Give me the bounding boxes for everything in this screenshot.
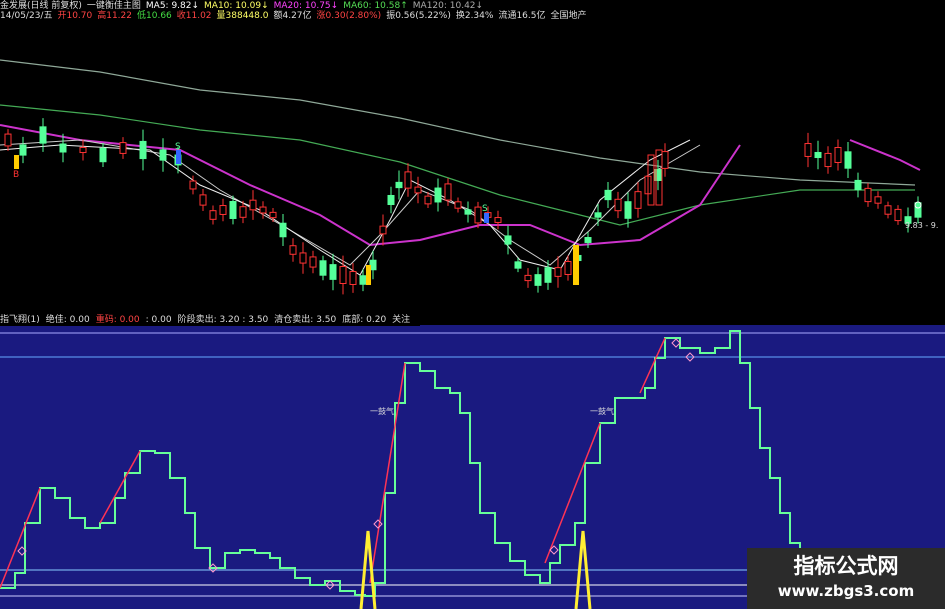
watermark-url: www.zbgs3.com bbox=[777, 582, 915, 600]
candle-body bbox=[379, 225, 387, 235]
oscillator-header-item: 底部: 0.20 bbox=[342, 315, 387, 325]
candle-body bbox=[199, 194, 207, 206]
oscillator-header-item: : 0.00 bbox=[145, 315, 172, 325]
candle-body bbox=[854, 179, 862, 191]
buy-marker: B bbox=[13, 170, 19, 180]
candle-body bbox=[59, 143, 67, 153]
price-label: 9.83 - 9. bbox=[905, 221, 939, 230]
candlestick-chart[interactable]: S S B bbox=[0, 0, 945, 320]
candle-body bbox=[514, 261, 522, 269]
candle-body bbox=[454, 201, 462, 209]
buy-signal-bar bbox=[366, 265, 371, 285]
ma120-line bbox=[0, 59, 916, 186]
candle-body bbox=[564, 261, 572, 275]
oscillator-header: 指飞翔(1) 绝佳: 0.00 重码: 0.00 : 0.00 阶段卖出: 3.20 :… bbox=[0, 314, 421, 326]
candle-body bbox=[99, 147, 107, 163]
ma20-line bbox=[0, 124, 741, 247]
sell-marker: S bbox=[482, 204, 488, 214]
candle-body bbox=[269, 211, 277, 219]
candle-body bbox=[119, 142, 127, 154]
candle-body bbox=[594, 212, 602, 218]
candle-body bbox=[359, 275, 367, 285]
candle-body bbox=[894, 208, 902, 222]
candle-body bbox=[834, 147, 842, 163]
candle-body bbox=[219, 205, 227, 215]
candle-body bbox=[814, 151, 822, 159]
candle-body bbox=[299, 252, 307, 264]
candle-body bbox=[189, 180, 197, 190]
oscillator-header-item: 清仓卖出: 3.50 bbox=[274, 315, 337, 325]
candle-body bbox=[884, 205, 892, 215]
buy-signal-bar bbox=[14, 155, 19, 169]
candle-body bbox=[464, 209, 472, 215]
sell-marker: S bbox=[175, 142, 181, 152]
candle-body bbox=[544, 267, 552, 283]
candle-body bbox=[349, 271, 357, 285]
candle-body bbox=[239, 206, 247, 218]
annotation-1: 一鼓气 bbox=[370, 407, 394, 416]
candle-body bbox=[874, 196, 882, 204]
candle-body bbox=[554, 267, 562, 277]
candle-body bbox=[279, 222, 287, 238]
candle-body bbox=[534, 274, 542, 286]
candle-body bbox=[864, 187, 872, 203]
candle-body bbox=[524, 274, 532, 282]
candle-body bbox=[319, 260, 327, 276]
candle-body bbox=[139, 140, 147, 160]
candle-body bbox=[634, 191, 642, 209]
candle-body bbox=[804, 143, 812, 157]
candle-body bbox=[844, 151, 852, 169]
candle-body bbox=[494, 217, 502, 223]
candle-body bbox=[39, 126, 47, 144]
candle-body bbox=[79, 146, 87, 154]
candle-body bbox=[414, 186, 422, 194]
oscillator-header-item: 阶段卖出: 3.20 : 3.50 bbox=[177, 315, 269, 325]
candle-body bbox=[259, 206, 267, 214]
watermark-title: 指标公式网 bbox=[793, 554, 899, 578]
oscillator-header-item: 重码: 0.00 bbox=[95, 315, 140, 325]
candle-body bbox=[404, 171, 412, 189]
candle-body bbox=[249, 199, 257, 211]
candle-body bbox=[19, 144, 27, 156]
candle-body bbox=[614, 198, 622, 212]
sell-signal-bar bbox=[176, 150, 181, 164]
candle-body bbox=[4, 133, 12, 147]
candle-body bbox=[914, 202, 922, 218]
oscillator-header-item: 指飞翔(1) bbox=[0, 315, 40, 325]
candle-body bbox=[339, 266, 347, 284]
site-watermark: 指标公式网 www.zbgs3.com bbox=[747, 548, 945, 609]
candle-body bbox=[824, 152, 832, 168]
candle-body bbox=[444, 183, 452, 201]
annotation-2: 一鼓气 bbox=[590, 407, 614, 416]
candle-body bbox=[624, 201, 632, 219]
candle-body bbox=[604, 189, 612, 201]
candle-body bbox=[424, 195, 432, 205]
candle-body bbox=[159, 149, 167, 161]
candle-body bbox=[309, 256, 317, 268]
oscillator-header-item: 绝佳: 0.00 bbox=[45, 315, 90, 325]
candle-body bbox=[661, 151, 669, 169]
candle-body bbox=[387, 194, 395, 206]
candle-body bbox=[395, 181, 403, 189]
buy-signal-bar bbox=[573, 245, 579, 285]
sell-signal-bar bbox=[484, 213, 489, 223]
candle-body bbox=[329, 264, 337, 280]
candle-body bbox=[584, 237, 592, 243]
oscillator-header-item: 关注 bbox=[392, 315, 411, 325]
candle-body bbox=[434, 187, 442, 203]
ma20-line bbox=[849, 139, 921, 171]
candle-body bbox=[289, 245, 297, 255]
candle-body bbox=[504, 235, 512, 245]
candle-body bbox=[474, 206, 482, 224]
candle-body bbox=[209, 210, 217, 220]
candle-body bbox=[229, 201, 237, 219]
price-chart-pane[interactable]: 金发展(日线 前复权) 一键衡佳主图 MA5: 9.82↓ MA10: 10.09↓ M… bbox=[0, 0, 945, 320]
